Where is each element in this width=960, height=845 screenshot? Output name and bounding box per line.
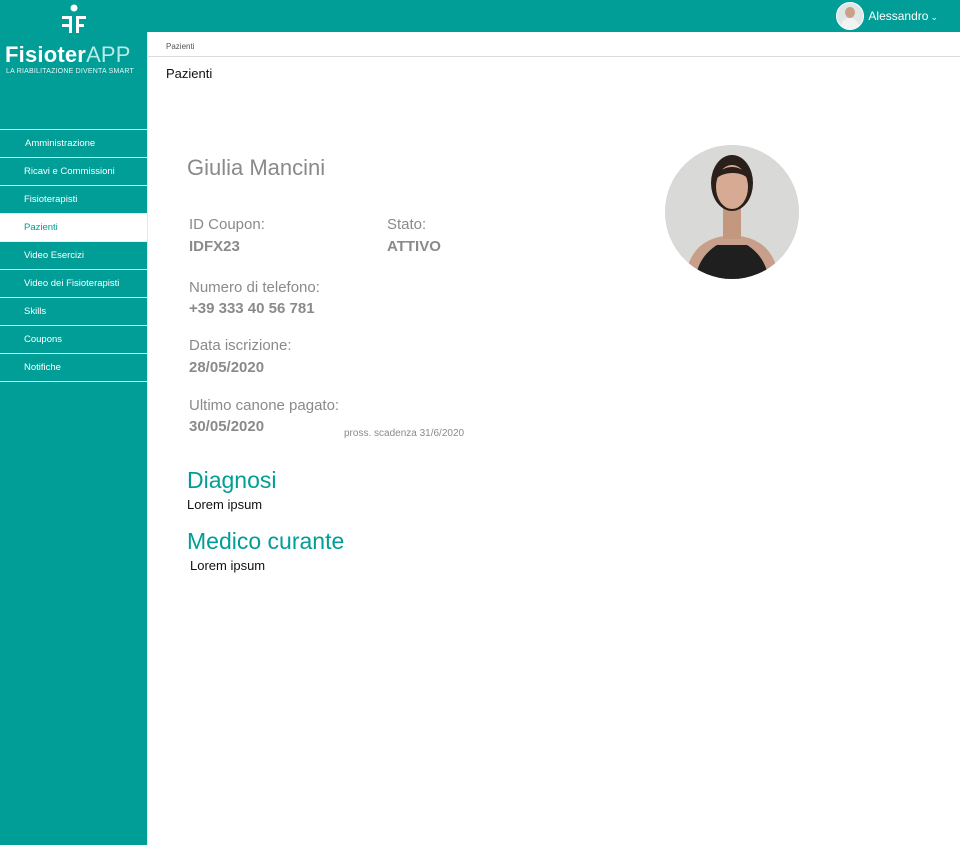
status-label: Stato:	[387, 216, 427, 233]
coupon-value: IDFX23	[189, 238, 240, 255]
logo-icon	[62, 4, 86, 33]
phone-value: +39 333 40 56 781	[189, 300, 315, 317]
breadcrumb: Pazienti	[148, 32, 960, 57]
sidebar-item-coupons[interactable]: Coupons	[0, 326, 147, 354]
sidebar-item-fisioterapisti[interactable]: Fisioterapisti	[0, 186, 147, 214]
diagnosis-text: Lorem ipsum	[187, 497, 263, 512]
sidebar-item-ricavi-commissioni[interactable]: Ricavi e Commissioni	[0, 158, 147, 186]
user-avatar	[836, 2, 865, 30]
doctor-text: Lorem ipsum	[190, 558, 266, 573]
sidebar-item-notifiche[interactable]: Notifiche	[0, 354, 147, 382]
logo: FisioterAPP LA RIABILITAZIONE DIVENTA SM…	[0, 0, 148, 100]
diagnosis-title: Diagnosi	[187, 467, 277, 493]
next-due-note: pross. scadenza 31/6/2020	[344, 428, 465, 439]
user-menu[interactable]: Alessandro ⌄	[836, 2, 938, 30]
sidebar-item-video-fisioterapisti[interactable]: Video dei Fisioterapisti	[0, 270, 147, 298]
patient-photo	[665, 145, 799, 279]
last-fee-label: Ultimo canone pagato:	[189, 397, 340, 414]
status-value: ATTIVO	[387, 238, 441, 255]
sidebar-item-video-esercizi[interactable]: Video Esercizi	[0, 242, 147, 270]
brand-name: FisioterAPP	[5, 42, 131, 67]
page-title: Pazienti	[166, 66, 213, 81]
sidebar-item-amministrazione[interactable]: Amministrazione	[0, 130, 147, 158]
patient-name: Giulia Mancini	[187, 155, 326, 180]
doctor-title: Medico curante	[187, 528, 345, 554]
sidebar-item-pazienti[interactable]: Pazienti	[0, 214, 147, 242]
sidebar-item-skills[interactable]: Skills	[0, 298, 147, 326]
phone-label: Numero di telefono:	[189, 279, 320, 296]
sidebar-divider	[147, 32, 148, 845]
sidebar: FisioterAPP LA RIABILITAZIONE DIVENTA SM…	[0, 0, 148, 845]
user-name: Alessandro	[868, 9, 929, 23]
breadcrumb-item-pazienti[interactable]: Pazienti	[166, 42, 194, 51]
chevron-down-icon: ⌄	[930, 11, 938, 22]
brand-tagline: LA RIABILITAZIONE DIVENTA SMART	[6, 68, 134, 75]
signup-date-label: Data iscrizione:	[189, 337, 292, 354]
signup-date-value: 28/05/2020	[189, 359, 265, 376]
sidebar-menu: Amministrazione Ricavi e Commissioni Fis…	[0, 129, 147, 382]
coupon-label: ID Coupon:	[189, 216, 265, 233]
last-fee-value: 30/05/2020	[189, 418, 265, 435]
